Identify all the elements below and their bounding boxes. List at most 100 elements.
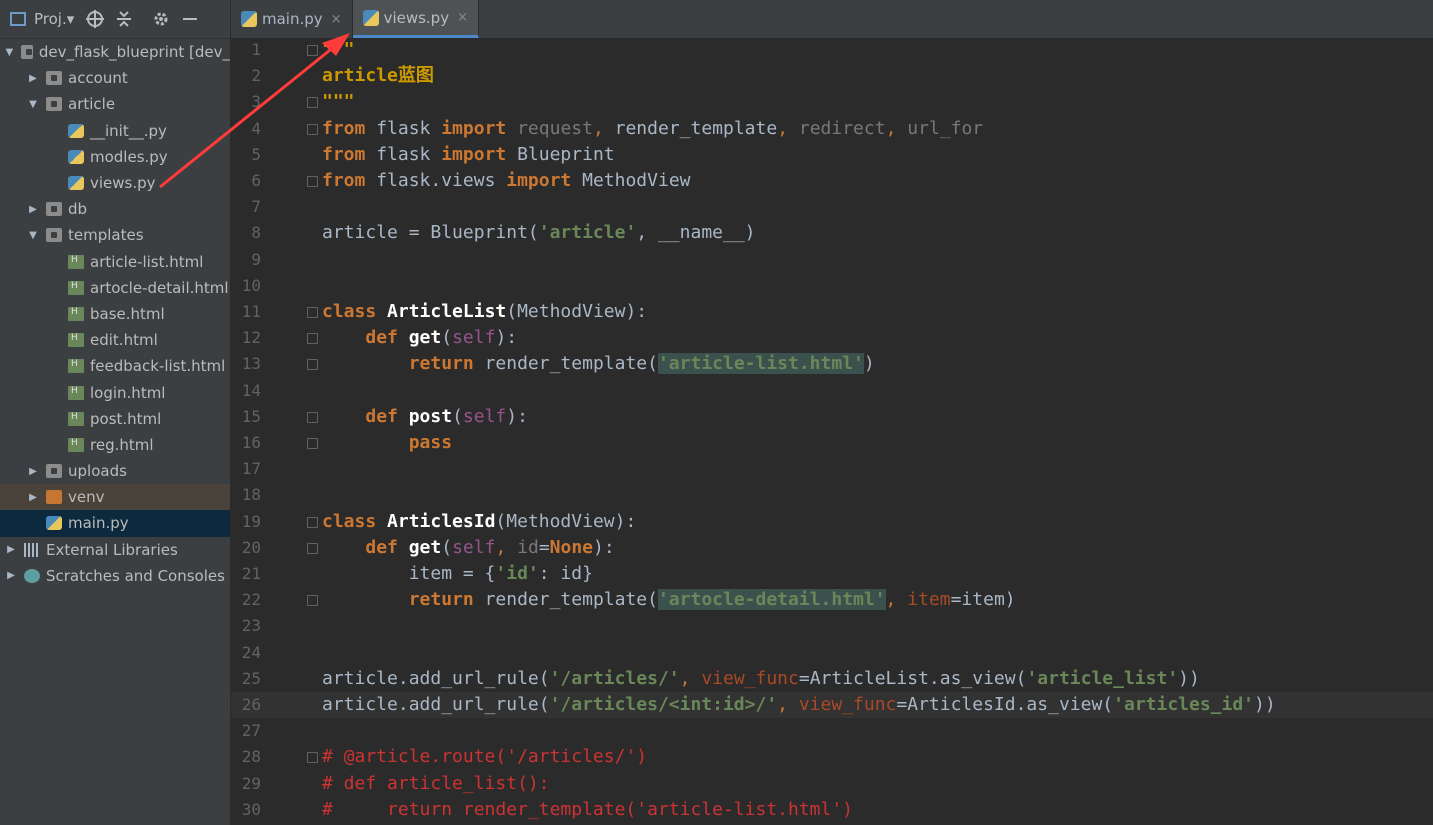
code-line[interactable]: 23 (231, 613, 1433, 639)
fold-marker-icon[interactable] (307, 97, 318, 109)
chevron-right-icon[interactable]: ▶ (4, 570, 18, 581)
tree-item[interactable]: ▼ article (0, 91, 230, 117)
fold-marker-icon[interactable] (307, 411, 318, 423)
tree-item[interactable]: login.html (0, 379, 230, 405)
code-line[interactable]: 27 (231, 718, 1433, 744)
code-line[interactable]: 17 (231, 456, 1433, 482)
tree-item[interactable]: ▼ dev_flask_blueprint [dev_ (0, 39, 230, 65)
code-line[interactable]: 15 def post(self): (231, 404, 1433, 430)
tab-label: views.py (383, 8, 450, 27)
line-number: 21 (241, 564, 261, 583)
fold-marker-icon[interactable] (307, 359, 318, 371)
chevron-down-icon[interactable]: ▼ (26, 230, 40, 241)
code-line[interactable]: 19 class ArticlesId(MethodView): (231, 509, 1433, 535)
chevron-right-icon[interactable]: ▶ (26, 73, 40, 84)
fold-marker-icon[interactable] (307, 595, 318, 607)
locate-icon[interactable] (86, 10, 105, 28)
code-line[interactable]: 14 (231, 378, 1433, 404)
code-line[interactable]: 3 """ (231, 89, 1433, 115)
code-line[interactable]: 12 def get(self): (231, 325, 1433, 351)
code-line[interactable]: 26 article.add_url_rule('/articles/<int:i… (231, 692, 1433, 719)
code-line[interactable]: 7 (231, 194, 1433, 220)
fold-marker-icon[interactable] (307, 542, 318, 554)
code-line[interactable]: 8 article = Blueprint('article', __name__… (231, 220, 1433, 246)
fold-marker-icon[interactable] (307, 438, 318, 449)
code-line[interactable]: 11 class ArticleList(MethodView): (231, 299, 1433, 325)
code-line[interactable]: 21 item = {'id': id} (231, 561, 1433, 587)
tree-item[interactable]: post.html (0, 406, 230, 432)
tree-item[interactable]: base.html (0, 301, 230, 327)
fold-marker-icon[interactable] (307, 45, 318, 56)
code-line[interactable]: 16 pass (231, 430, 1433, 456)
code-line[interactable]: 5 from flask import Blueprint (231, 142, 1433, 168)
fold-marker-icon[interactable] (307, 123, 318, 135)
tree-item[interactable]: ▶ Scratches and Consoles (0, 563, 230, 589)
code-line[interactable]: 29 # def article_list(): (231, 771, 1433, 797)
code-line[interactable]: 18 (231, 482, 1433, 508)
code-line[interactable]: 10 (231, 273, 1433, 299)
chevron-down-icon[interactable]: ▼ (26, 99, 40, 110)
line-number: 25 (241, 668, 261, 688)
fold-marker-icon[interactable] (307, 333, 318, 345)
close-icon[interactable]: × (331, 12, 342, 27)
code-line[interactable]: 6 from flask.views import MethodView (231, 168, 1433, 194)
minimize-icon[interactable] (182, 10, 198, 28)
line-number: 3 (251, 92, 261, 112)
code-line[interactable]: 2 article蓝图 (231, 63, 1433, 89)
tree-item[interactable]: feedback-list.html (0, 353, 230, 379)
tree-item[interactable]: artocle-detail.html (0, 275, 230, 301)
chevron-right-icon[interactable]: ▶ (26, 492, 40, 503)
tab-views-py[interactable]: views.py × (352, 0, 479, 38)
fold-marker-icon[interactable] (307, 516, 318, 528)
code-line[interactable]: 24 (231, 640, 1433, 666)
code-text: def get(self, id=None): (365, 536, 615, 558)
tree-item-label: db (68, 200, 88, 219)
fold-marker-icon[interactable] (307, 307, 318, 318)
tree-item[interactable]: modles.py (0, 144, 230, 170)
code-line[interactable]: 30 # return render_template('article-list… (231, 797, 1433, 823)
code-line[interactable]: 20 def get(self, id=None): (231, 535, 1433, 561)
collapse-all-icon[interactable] (116, 10, 132, 28)
code-line[interactable]: 22 return render_template('artocle-detai… (231, 587, 1433, 613)
code-line[interactable]: 13 return render_template('article-list.… (231, 351, 1433, 377)
chevron-right-icon[interactable]: ▶ (26, 466, 40, 477)
code-line[interactable]: 28 # @article.route('/articles/') (231, 744, 1433, 770)
tree-item[interactable]: ▼ templates (0, 222, 230, 248)
tree-item-label: artocle-detail.html (90, 278, 229, 297)
tree-item[interactable]: ▶ account (0, 65, 230, 91)
project-panel: Proj.▾ ▼ dev_flask_blueprint [dev_ ▶ accoun… (0, 0, 231, 825)
fold-marker-icon[interactable] (307, 752, 318, 764)
html-file-icon (68, 333, 84, 348)
chevron-right-icon[interactable]: ▶ (26, 204, 40, 215)
chevron-right-icon[interactable]: ▶ (4, 544, 18, 555)
code-line[interactable]: 1 """ (231, 37, 1433, 63)
tree-item[interactable]: edit.html (0, 327, 230, 353)
code-line[interactable]: 25 article.add_url_rule('/articles/', vie… (231, 666, 1433, 692)
tree-item[interactable]: ▶ db (0, 196, 230, 222)
tree-item[interactable]: ▶ venv (0, 484, 230, 511)
code-line[interactable]: 9 (231, 247, 1433, 273)
line-number: 26 (241, 695, 261, 714)
tree-item[interactable]: article-list.html (0, 249, 230, 275)
tree-item[interactable]: views.py (0, 170, 230, 196)
project-tree: ▼ dev_flask_blueprint [dev_ ▶ account ▼ artic… (0, 39, 230, 589)
line-number: 1 (251, 40, 261, 59)
project-view-icon[interactable] (10, 12, 26, 26)
gear-icon[interactable] (152, 10, 170, 28)
code-line[interactable]: 4 from flask import request, render_templ… (231, 116, 1433, 142)
chevron-down-icon[interactable]: ▼ (4, 47, 15, 58)
tree-item[interactable]: main.py (0, 510, 230, 537)
line-number: 11 (241, 302, 261, 321)
tab-main-py[interactable]: main.py × (231, 0, 353, 38)
tree-item[interactable]: ▶ External Libraries (0, 537, 230, 563)
line-number: 9 (251, 249, 261, 269)
code-token: , __name__) (636, 222, 756, 244)
folder-icon (46, 228, 62, 243)
fold-marker-icon[interactable] (307, 176, 318, 187)
tree-item[interactable]: __init__.py (0, 118, 230, 144)
tree-item[interactable]: ▶ uploads (0, 458, 230, 484)
code-editor[interactable]: 1 """ 2 article蓝图 3 """ 4 from flask import req… (231, 38, 1433, 825)
close-icon[interactable]: × (457, 10, 468, 25)
project-view-dropdown[interactable]: Proj.▾ (34, 10, 74, 28)
tree-item[interactable]: reg.html (0, 432, 230, 458)
